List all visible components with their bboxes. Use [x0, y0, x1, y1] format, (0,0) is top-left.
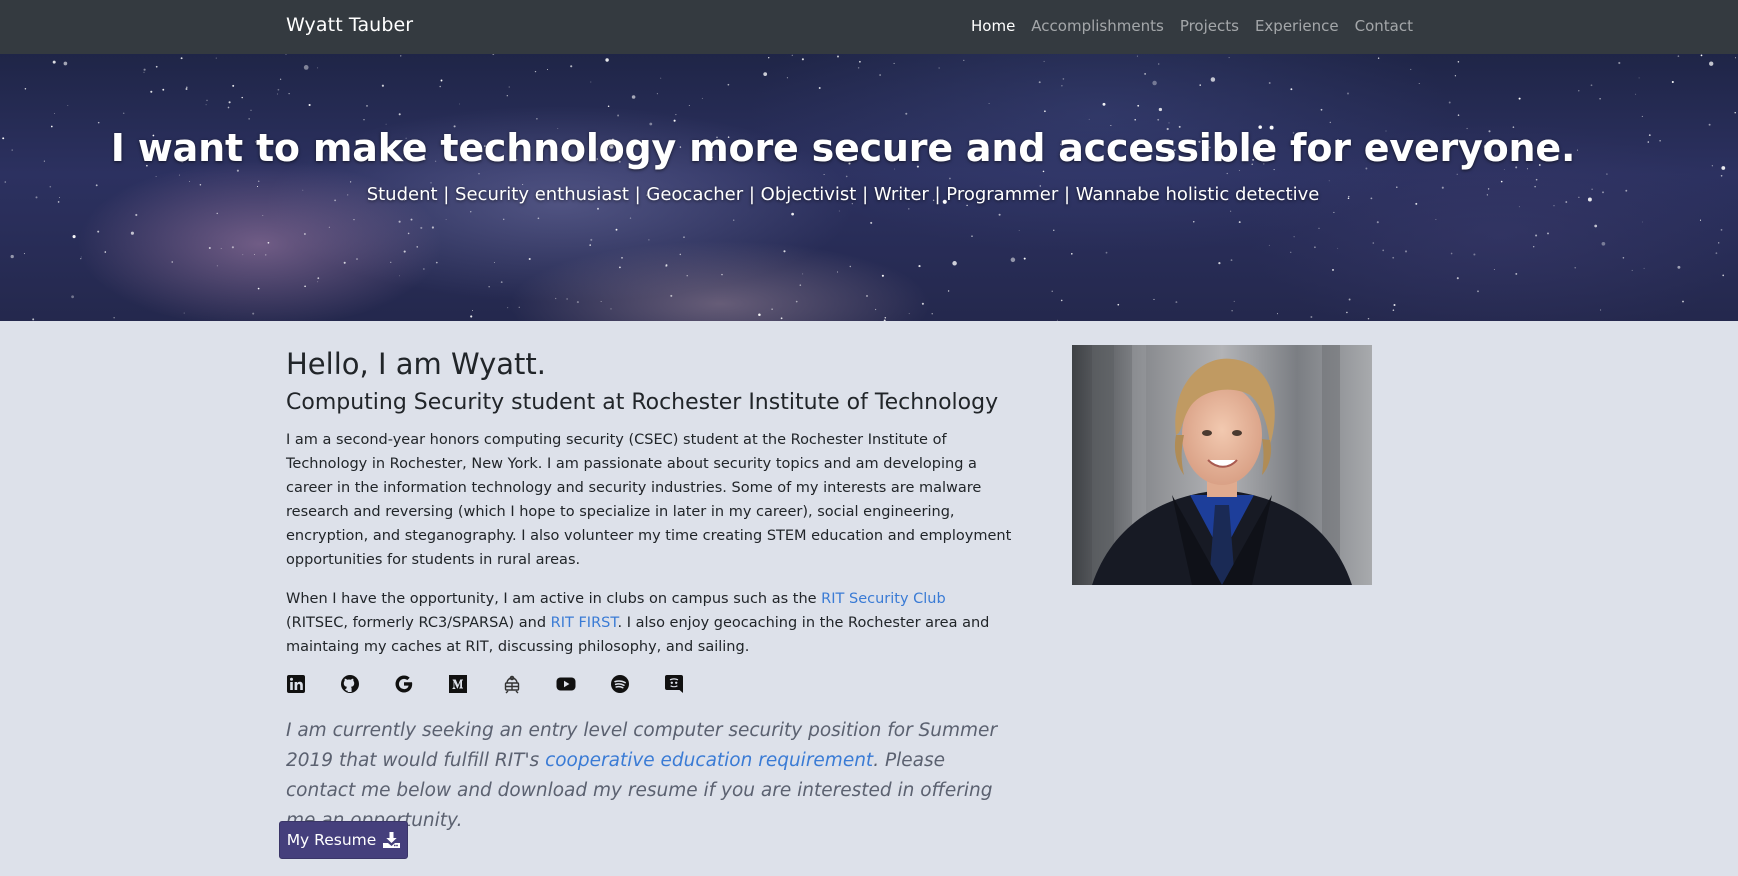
spotify-icon[interactable]: [610, 674, 630, 694]
headline-heading: Computing Security student at Rochester …: [286, 390, 999, 415]
rit-first-link[interactable]: RIT FIRST: [551, 615, 618, 631]
clubs-text-1: When I have the opportunity, I am active…: [286, 591, 822, 607]
nav-link-projects[interactable]: Projects: [1180, 17, 1239, 35]
brand-link[interactable]: Wyatt Tauber: [286, 14, 413, 36]
resume-download-button[interactable]: My Resume: [279, 821, 408, 859]
nav-link-home[interactable]: Home: [971, 17, 1015, 35]
job-seeking-lead: I am currently seeking an entry level co…: [286, 716, 1006, 836]
coop-requirement-link[interactable]: cooperative education requirement: [545, 750, 873, 771]
hero-subtitle: Student | Security enthusiast | Geocache…: [366, 184, 1320, 205]
greeting-heading: Hello, I am Wyatt.: [286, 347, 547, 381]
medium-icon[interactable]: [448, 674, 468, 694]
discord-icon[interactable]: [664, 674, 684, 694]
intro-paragraph: I am a second-year honors computing secu…: [286, 432, 1012, 568]
resume-button-label: My Resume: [286, 831, 377, 849]
clubs-text-2: (RITSEC, formerly RC3/SPARSA) and: [286, 615, 551, 631]
geocaching-icon[interactable]: [502, 674, 522, 694]
hero-banner: I want to make technology more secure an…: [0, 54, 1738, 321]
navbar: Wyatt Tauber Home Accomplishments Projec…: [0, 0, 1738, 54]
linkedin-icon[interactable]: [286, 674, 306, 694]
nav-link-contact[interactable]: Contact: [1355, 17, 1413, 35]
github-icon[interactable]: [340, 674, 360, 694]
social-links: [286, 674, 684, 694]
nav-links: Home Accomplishments Projects Experience…: [971, 17, 1413, 35]
nav-link-accomplishments[interactable]: Accomplishments: [1031, 17, 1164, 35]
rit-security-club-link[interactable]: RIT Security Club: [821, 591, 946, 607]
nav-link-experience[interactable]: Experience: [1255, 17, 1339, 35]
hero-title: I want to make technology more secure an…: [110, 126, 1576, 170]
google-icon[interactable]: [394, 674, 414, 694]
download-icon: [383, 832, 401, 848]
clubs-paragraph: When I have the opportunity, I am active…: [286, 587, 1012, 659]
youtube-icon[interactable]: [556, 674, 576, 694]
profile-photo: [1072, 345, 1372, 585]
